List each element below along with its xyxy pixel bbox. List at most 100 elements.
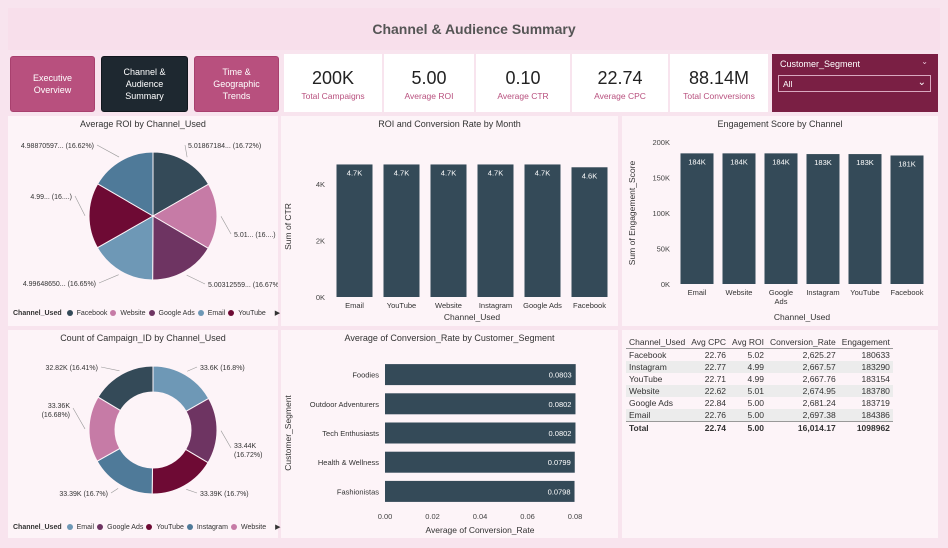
- bar[interactable]: [385, 422, 576, 444]
- campaign-donut-chart: 33.6K (16.8%) 33.44K (16.72%) 33.39K (16.7%…: [42, 365, 263, 498]
- bar[interactable]: [806, 154, 840, 284]
- bar[interactable]: [430, 164, 467, 297]
- bar[interactable]: [385, 480, 575, 502]
- nav-time-geographic-button[interactable]: Time & Geographic Trends: [194, 56, 279, 112]
- bar[interactable]: [764, 153, 798, 284]
- table-cell: 22.77: [688, 361, 730, 373]
- ctr-bar-panel: ROI and Conversion Rate by Month 0K 2K 4K 4…: [281, 116, 618, 326]
- kpi-average-cpc: 22.74 Average CPC: [572, 54, 668, 112]
- bar[interactable]: [385, 393, 576, 415]
- bar-data-label: 0.0802: [549, 429, 572, 438]
- bar[interactable]: [890, 155, 924, 284]
- kpi-value: 0.10: [505, 68, 541, 88]
- table-cell: Email: [626, 409, 689, 422]
- nav-executive-overview-button[interactable]: Executive Overview: [10, 56, 95, 112]
- table-cell: 4.99: [747, 374, 765, 384]
- legend-dot: [66, 310, 73, 316]
- bar[interactable]: [385, 451, 575, 473]
- bar[interactable]: [722, 153, 756, 284]
- table-cell: Google Ads: [629, 398, 673, 408]
- legend-dot: [148, 310, 155, 316]
- column-header[interactable]: Engagement: [838, 336, 893, 349]
- channel-summary-table: Channel_Used Avg CPC Avg ROI Conversion_Rat…: [626, 336, 893, 434]
- kpi-value: 200K: [311, 68, 355, 88]
- y-tick-label: 0K: [661, 280, 670, 289]
- table-cell: 2,667.57: [767, 361, 839, 373]
- table-cell: 2,697.38: [767, 409, 839, 422]
- y-tick-label: Foodies: [352, 371, 379, 380]
- bar[interactable]: [524, 164, 561, 297]
- leader-line: [220, 430, 232, 449]
- bar[interactable]: [848, 154, 882, 284]
- nav-time-label: Time & Geographic Trends: [213, 67, 260, 101]
- collapse-chevron-icon[interactable]: ⌄: [921, 57, 928, 66]
- roi-pie-legend: Channel_Used Facebook Website Google Ads…: [13, 309, 280, 318]
- x-tick-label: YouTube: [387, 301, 416, 310]
- bar[interactable]: [571, 167, 608, 297]
- x-tick-label: Website: [726, 288, 753, 297]
- table-cell: 22.76: [688, 409, 730, 422]
- kpi-value: 22.74: [597, 68, 643, 88]
- table-cell: 183719: [861, 398, 890, 408]
- table-row[interactable]: YouTube 22.71 4.99 2,667.76 183154: [626, 373, 893, 385]
- table-cell: YouTube: [629, 374, 663, 384]
- table-row[interactable]: Email 22.76 5.00 2,697.38 184386: [626, 409, 893, 422]
- channel-table-panel: Channel_Used Avg CPC Avg ROI Conversion_Rat…: [622, 330, 938, 538]
- kpi-average-roi: 5.00 Average ROI: [384, 54, 474, 112]
- kpi-label: Total Campaigns: [301, 91, 365, 101]
- x-axis-title: Channel_Used: [444, 312, 501, 322]
- nav-channel-audience-button[interactable]: Channel & Audience Summary: [101, 56, 188, 112]
- table-row[interactable]: Instagram 22.77 4.99 2,667.57 183290: [626, 361, 893, 373]
- column-header[interactable]: Avg CPC: [688, 336, 730, 349]
- legend-item: Facebook: [76, 309, 108, 317]
- bar-data-label: 4.6K: [582, 171, 597, 180]
- kpi-label: Average CTR: [497, 91, 549, 101]
- table-cell: 2,674.95: [767, 385, 839, 397]
- kpi-total-campaigns: 200K Total Campaigns: [284, 54, 382, 112]
- legend-next-arrow-icon[interactable]: ▶: [275, 523, 280, 531]
- column-header[interactable]: Conversion_Rate: [767, 336, 839, 349]
- bar[interactable]: [385, 364, 576, 386]
- x-tick-label: YouTube: [850, 288, 879, 297]
- table-row[interactable]: Facebook 22.76 5.02 2,625.27 180633: [626, 349, 893, 362]
- leader-line: [186, 489, 198, 494]
- table-cell: 22.84: [704, 398, 727, 408]
- table-cell: Facebook: [629, 350, 667, 360]
- slice-label: 5.01867184... (16.72%): [188, 143, 261, 150]
- column-header[interactable]: Avg ROI: [729, 336, 768, 349]
- table-cell: 1098962: [838, 421, 893, 434]
- table-cell: 4.99: [729, 361, 768, 373]
- x-tick-label: 0.06: [520, 512, 535, 521]
- x-tick-label: Google: [769, 288, 793, 297]
- bar-data-label: 0.0798: [548, 487, 571, 496]
- leader-line: [100, 366, 120, 372]
- legend-next-arrow-icon[interactable]: ▶: [275, 309, 280, 317]
- legend-dot: [146, 524, 153, 530]
- slice-label: 4.99648650... (16.65%): [23, 281, 96, 288]
- bar[interactable]: [383, 164, 420, 297]
- slice-label: (16.68%): [42, 412, 70, 419]
- table-row[interactable]: Google Ads 22.84 5.00 2,681.24 183719: [626, 397, 893, 409]
- legend-item: Email: [76, 523, 95, 531]
- table-cell: 22.71: [704, 374, 727, 384]
- table-cell: 22.76: [704, 350, 727, 360]
- table-cell: 183154: [861, 374, 890, 384]
- table-cell: 180633: [861, 350, 890, 360]
- bar[interactable]: [336, 164, 373, 297]
- x-tick-label: 0.08: [568, 512, 583, 521]
- bar[interactable]: [477, 164, 514, 297]
- customer-segment-dropdown[interactable]: All ⌄: [778, 75, 931, 92]
- legend-item: YouTube: [238, 309, 266, 317]
- slice-label: 4.98870597... (16.62%): [21, 143, 94, 150]
- table-cell: Website: [626, 385, 689, 397]
- slice-label: 33.6K (16.8%): [200, 365, 245, 372]
- bar[interactable]: [680, 153, 714, 284]
- table-row[interactable]: Website 22.62 5.01 2,674.95 183780: [626, 385, 893, 397]
- x-tick-label: Facebook: [891, 288, 924, 297]
- nav-channel-label: Channel & Audience Summary: [123, 67, 166, 101]
- kpi-label: Average CPC: [594, 91, 646, 101]
- column-header[interactable]: Channel_Used: [626, 336, 689, 349]
- legend-dot: [186, 524, 193, 530]
- y-tick-label: Health & Wellness: [318, 458, 379, 467]
- bar-data-label: 181K: [898, 159, 916, 168]
